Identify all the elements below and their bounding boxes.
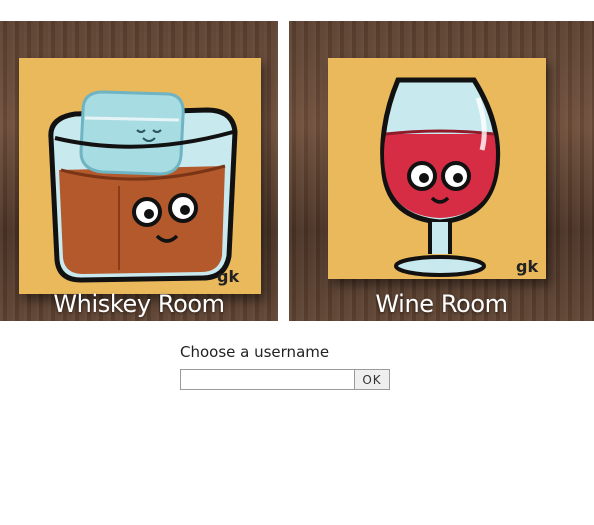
whiskey-room-tile[interactable]: gk Whiskey Room (0, 21, 278, 321)
username-row: OK (180, 369, 390, 390)
wine-room-label: Wine Room (375, 290, 508, 318)
username-form: Choose a username OK (180, 343, 390, 390)
artist-signature: gk (217, 267, 239, 286)
artist-signature: gk (516, 257, 538, 276)
wine-glass-illustration: gk (380, 77, 538, 277)
ice-cube (79, 90, 185, 176)
whiskey-room-label: Whiskey Room (53, 290, 225, 318)
ok-button[interactable]: OK (355, 369, 390, 390)
whiskey-glass-illustration: gk (48, 90, 239, 286)
whiskey-painting: gk (19, 58, 261, 294)
username-label: Choose a username (180, 343, 330, 361)
wine-room-tile[interactable]: gk Wine Room (289, 21, 594, 321)
wine-painting: gk (328, 58, 546, 279)
username-input[interactable] (180, 369, 355, 390)
